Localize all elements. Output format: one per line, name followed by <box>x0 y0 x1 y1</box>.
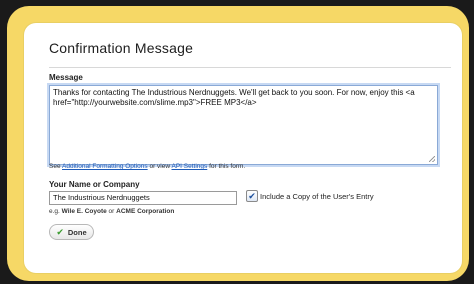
api-settings-link[interactable]: API Settings <box>172 163 208 170</box>
name-input[interactable]: The Industrious Nerdnuggets <box>49 191 237 205</box>
title-divider <box>49 67 451 68</box>
help-suffix: for this form. <box>207 163 246 170</box>
message-textarea[interactable]: Thanks for contacting The Industrious Ne… <box>49 85 438 165</box>
done-button[interactable]: ✔ Done <box>49 224 94 240</box>
confirmation-panel: Confirmation Message Message Thanks for … <box>24 23 462 273</box>
message-text: Thanks for contacting The Industrious Ne… <box>53 88 417 107</box>
example-or: or <box>106 208 117 215</box>
resize-grip-icon[interactable] <box>429 156 435 162</box>
example-prefix: e.g. <box>49 208 62 215</box>
dialog-title: Confirmation Message <box>49 40 194 56</box>
dialog-frame: Confirmation Message Message Thanks for … <box>7 6 469 281</box>
name-label: Your Name or Company <box>49 180 140 189</box>
example-2: ACME Corporation <box>116 208 175 215</box>
help-prefix: See <box>49 163 63 170</box>
example-1: Wile E. Coyote <box>61 208 107 215</box>
help-middle: or view <box>147 163 172 170</box>
formatting-help: See Additional Formatting Options or vie… <box>49 163 245 170</box>
check-icon: ✔ <box>56 226 64 237</box>
include-copy-checkbox[interactable]: ✔ <box>246 190 258 202</box>
checkmark-icon: ✔ <box>248 191 256 201</box>
name-example: e.g. Wile E. Coyote or ACME Corporation <box>49 208 174 215</box>
message-label: Message <box>49 73 83 82</box>
formatting-options-link[interactable]: Additional Formatting Options <box>62 163 148 170</box>
include-copy-label: Include a Copy of the User's Entry <box>260 192 374 201</box>
done-label: Done <box>67 227 87 237</box>
